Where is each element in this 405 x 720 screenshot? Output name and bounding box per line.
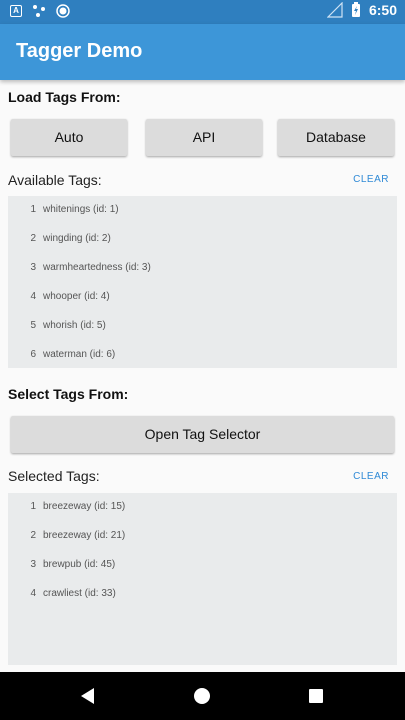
selected-tags-label: Selected Tags:	[8, 468, 100, 484]
item-text: waterman (id: 6)	[43, 349, 116, 360]
notification-a-icon: A	[10, 5, 22, 17]
item-number: 5	[30, 320, 36, 331]
list-item[interactable]: 2 breezeway (id: 21)	[8, 530, 397, 546]
home-icon[interactable]	[194, 688, 210, 704]
list-item[interactable]: 3 brewpub (id: 45)	[8, 559, 397, 575]
item-number: 1	[30, 204, 36, 215]
item-text: warmheartedness (id: 3)	[43, 262, 151, 273]
recents-icon[interactable]	[309, 689, 323, 703]
available-tags-label: Available Tags:	[8, 172, 102, 188]
battery-icon	[351, 2, 360, 17]
item-number: 3	[30, 262, 36, 273]
dots-icon	[33, 5, 45, 17]
item-text: whorish (id: 5)	[43, 320, 106, 331]
select-tags-heading: Select Tags From:	[8, 386, 129, 402]
item-text: brewpub (id: 45)	[43, 559, 116, 570]
api-button[interactable]: API	[146, 119, 262, 156]
item-text: whooper (id: 4)	[43, 291, 110, 302]
status-bar: A 6:50	[0, 0, 405, 24]
open-tag-selector-button[interactable]: Open Tag Selector	[11, 416, 394, 453]
auto-button[interactable]: Auto	[11, 119, 127, 156]
back-icon[interactable]	[81, 688, 94, 704]
item-text: wingding (id: 2)	[43, 233, 111, 244]
item-number: 4	[30, 291, 36, 302]
item-number: 2	[30, 530, 36, 541]
list-item[interactable]: 6 waterman (id: 6)	[8, 349, 397, 365]
item-number: 1	[30, 501, 36, 512]
navigation-bar	[0, 672, 405, 720]
signal-icon	[326, 2, 343, 18]
list-item[interactable]: 5 whorish (id: 5)	[8, 320, 397, 336]
item-text: whitenings (id: 1)	[43, 204, 119, 215]
record-icon	[56, 4, 70, 18]
item-number: 3	[30, 559, 36, 570]
database-button[interactable]: Database	[278, 119, 394, 156]
item-number: 4	[30, 588, 36, 599]
item-text: crawliest (id: 33)	[43, 588, 116, 599]
load-tags-heading: Load Tags From:	[8, 89, 121, 105]
list-item[interactable]: 1 breezeway (id: 15)	[8, 501, 397, 517]
clear-selected-button[interactable]: CLEAR	[353, 471, 389, 482]
list-item[interactable]: 3 warmheartedness (id: 3)	[8, 262, 397, 278]
available-tags-list[interactable]: 1 whitenings (id: 1) 2 wingding (id: 2) …	[8, 196, 397, 368]
selected-tags-list[interactable]: 1 breezeway (id: 15) 2 breezeway (id: 21…	[8, 493, 397, 665]
list-item[interactable]: 1 whitenings (id: 1)	[8, 204, 397, 220]
item-text: breezeway (id: 15)	[43, 501, 126, 512]
item-number: 2	[30, 233, 36, 244]
list-item[interactable]: 4 whooper (id: 4)	[8, 291, 397, 307]
list-item[interactable]: 2 wingding (id: 2)	[8, 233, 397, 249]
item-number: 6	[30, 349, 36, 360]
clear-available-button[interactable]: CLEAR	[353, 174, 389, 185]
item-text: breezeway (id: 21)	[43, 530, 126, 541]
list-item[interactable]: 4 crawliest (id: 33)	[8, 588, 397, 604]
status-time: 6:50	[368, 2, 397, 18]
app-bar: Tagger Demo	[0, 24, 405, 80]
app-title: Tagger Demo	[16, 40, 143, 62]
